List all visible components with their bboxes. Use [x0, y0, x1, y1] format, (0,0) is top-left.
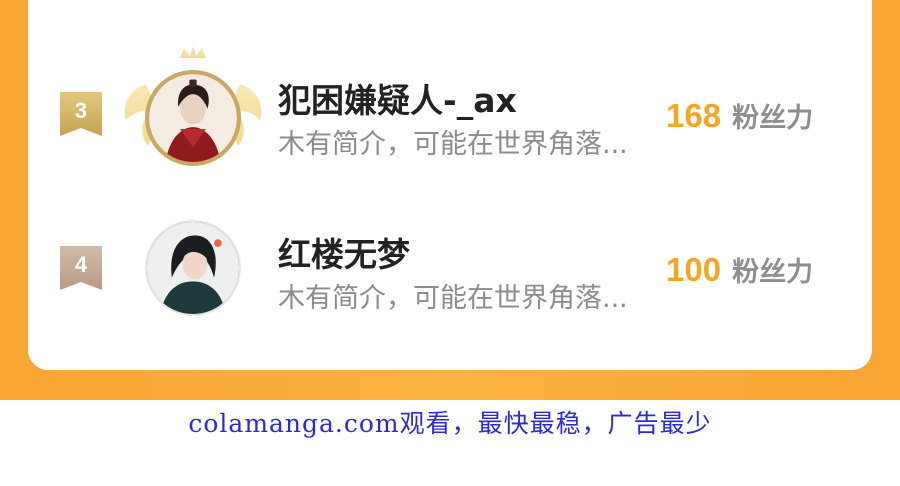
leaderboard-row-4[interactable]: 4 红楼无梦 木有简介，可能在世界角落... 100 粉丝力 — [0, 200, 900, 340]
fans-power-value: 168 — [666, 97, 722, 134]
leaderboard-row-3[interactable]: 3 犯困嫌疑人-_ax 木有简介，可能在世界角落... 168 粉丝力 — [0, 40, 900, 180]
rank-number: 3 — [74, 98, 88, 123]
fans-power: 100 粉丝力 — [666, 250, 813, 289]
source-watermark: colamanga.com观看，最快最稳，广告最少 — [188, 409, 712, 438]
user-avatar[interactable] — [145, 70, 241, 166]
rank-badge-3: 3 — [60, 92, 102, 136]
user-avatar[interactable] — [145, 220, 241, 316]
user-name[interactable]: 红楼无梦 — [278, 228, 410, 276]
user-description: 木有简介，可能在世界角落... — [278, 283, 628, 314]
fans-power-label: 粉丝力 — [732, 257, 814, 288]
fans-power-label: 粉丝力 — [732, 103, 814, 134]
rank-number: 4 — [74, 252, 88, 277]
rank-badge-4: 4 — [60, 246, 102, 290]
fans-power: 168 粉丝力 — [666, 96, 813, 135]
user-description: 木有简介，可能在世界角落... — [278, 129, 628, 160]
fans-power-value: 100 — [666, 251, 722, 288]
leaderboard-background: 3 犯困嫌疑人-_ax 木有简介，可能在世界角落... 168 粉丝力 4 红楼… — [0, 0, 900, 400]
user-name[interactable]: 犯困嫌疑人-_ax — [278, 74, 517, 122]
